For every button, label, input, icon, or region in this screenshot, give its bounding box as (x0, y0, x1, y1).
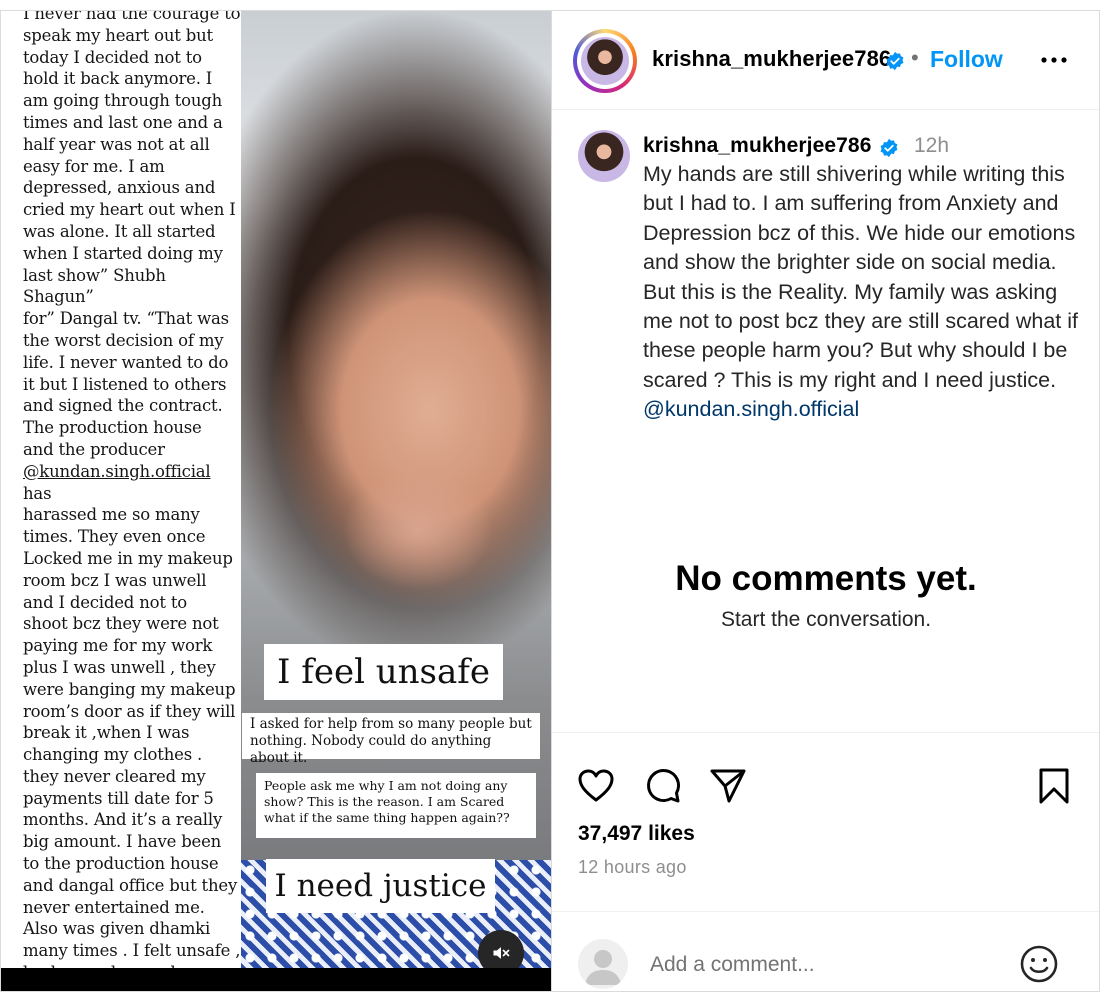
story-text-panel: I never had the courage to speak my heart… (0, 10, 241, 970)
story-line: when I started doing my (23, 243, 223, 263)
story-line: changing my clothes . (23, 745, 203, 765)
story-line: plus I was unwell , they (23, 657, 216, 677)
sticker-reason: People ask me why I am not doing any sho… (256, 773, 536, 838)
caption-timestamp[interactable]: 12h (914, 134, 949, 158)
story-line: easy for me. I am (23, 156, 165, 176)
post-media[interactable]: I never had the courage to speak my heart… (0, 10, 551, 992)
bookmark-icon[interactable] (1034, 766, 1074, 806)
separator-dot: • (911, 45, 919, 70)
story-line: big amount. I have been (23, 832, 222, 852)
story-line: they never cleared my (23, 766, 206, 786)
no-comments-subtitle: Start the conversation. (720, 608, 932, 631)
avatar[interactable] (581, 37, 629, 85)
story-line: were banging my makeup (23, 679, 236, 699)
action-bar: 37,497 likes 12 hours ago (552, 732, 1100, 992)
story-line: depressed, anxious and (23, 178, 216, 198)
comment-composer (552, 911, 1100, 992)
story-line: break it ,when I was (23, 723, 190, 743)
story-line: times and last one and a (23, 112, 223, 132)
story-line: payments till date for 5 (23, 788, 214, 808)
story-line: cried my heart out when I (23, 200, 236, 220)
caption-text: My hands are still shivering while writi… (643, 160, 1083, 425)
no-comments-title: No comments yet. (675, 559, 977, 598)
story-line: Also was given dhamki (23, 919, 211, 939)
story-line: times. They even once (23, 527, 206, 547)
likes-count[interactable]: 37,497 likes (578, 822, 695, 846)
story-line: paying me for my work (23, 636, 213, 656)
story-line: room bcz I was unwell (23, 570, 207, 590)
story-line: life. I never wanted to do (23, 352, 229, 372)
verified-badge-icon (880, 138, 898, 158)
story-line: was alone. It all started (23, 221, 216, 241)
caption-mention-link[interactable]: @kundan.singh.official (643, 395, 1083, 424)
post-age[interactable]: 12 hours ago (578, 857, 687, 878)
story-mention-link[interactable]: @kundan.singh.official (23, 462, 211, 481)
story-line: and I decided not to (23, 592, 188, 612)
default-avatar-icon (585, 950, 621, 985)
story-line: half year was not at all (23, 134, 210, 154)
story-line: months. And it’s a really (23, 810, 223, 830)
speaker-muted-icon (493, 947, 510, 959)
story-line: harassed me so many (23, 505, 200, 525)
header-username[interactable]: krishna_mukherjee786 (652, 46, 891, 72)
paper-plane-icon[interactable] (708, 766, 748, 806)
caption-avatar[interactable] (578, 130, 630, 182)
sticker-need-justice: I need justice (266, 859, 495, 913)
current-user-avatar (578, 939, 628, 989)
caption-username[interactable]: krishna_mukherjee786 (643, 134, 871, 158)
story-line: and the producer (23, 439, 165, 459)
story-line: and signed the contract. (23, 396, 223, 416)
story-line: the worst decision of my (23, 330, 224, 350)
post-header: krishna_mukherjee786 • Follow (552, 10, 1100, 110)
follow-button[interactable]: Follow (930, 46, 1003, 73)
comment-input[interactable] (650, 948, 990, 982)
smiley-icon[interactable] (1018, 943, 1060, 985)
media-bottom-bar (0, 968, 551, 992)
sticker-asked-for-help: I asked for help from so many people but… (242, 713, 540, 766)
story-line: room’s door as if they will (23, 701, 236, 721)
comment-bubble-icon[interactable] (643, 766, 683, 806)
story-line: has (23, 483, 52, 503)
verified-badge-icon (886, 51, 904, 71)
story-line: last show” Shubh Shagun” (23, 265, 166, 307)
sticker-feel-unsafe: I feel unsafe (264, 644, 503, 700)
story-line: hold it back anymore. I (23, 69, 213, 89)
caption-body: My hands are still shivering while writi… (643, 162, 1078, 392)
story-line: The production house (23, 418, 202, 438)
post-modal: I never had the courage to speak my heart… (0, 10, 1107, 992)
heart-icon[interactable] (576, 766, 616, 806)
story-line: it but I listened to others (23, 374, 227, 394)
story-line: speak my heart out but (23, 25, 213, 45)
story-line: to the production house (23, 854, 219, 874)
story-line: and dangal office but they (23, 875, 238, 895)
more-options-icon[interactable] (1038, 50, 1070, 70)
story-line: shoot bcz they were not (23, 614, 219, 634)
story-line: many times . I felt unsafe , (23, 941, 241, 961)
story-line: for” Dangal tv. “That was (23, 309, 229, 329)
post-sidebar: krishna_mukherjee786 • Follow krishna_mu… (551, 10, 1100, 992)
story-line: today I decided not to (23, 47, 202, 67)
story-line: never entertained me. (23, 897, 205, 917)
story-line: I never had the courage to (23, 10, 241, 23)
story-line: am going through tough (23, 91, 223, 111)
story-text: I never had the courage to speak my heart… (23, 10, 241, 970)
story-line: Locked me in my makeup (23, 548, 233, 568)
